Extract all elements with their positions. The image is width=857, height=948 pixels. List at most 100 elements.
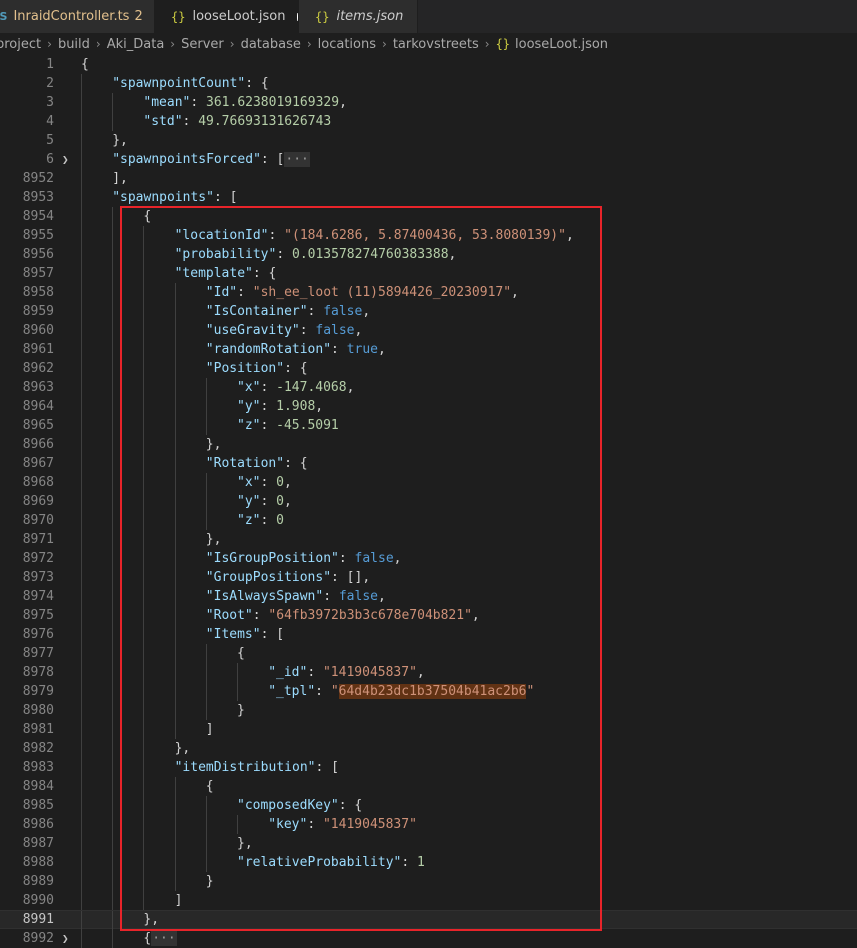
folded-ellipsis[interactable]: ··· <box>284 152 310 167</box>
code-line[interactable]: 8985 "composedKey": { <box>0 796 857 815</box>
code-line[interactable]: 8968 "x": 0, <box>0 473 857 492</box>
indent-guide <box>143 663 145 682</box>
code-editor[interactable]: 1{2 "spawnpointCount": {3 "mean": 361.6238… <box>0 55 857 948</box>
code-line[interactable]: 1{ <box>0 55 857 74</box>
indent-guide <box>237 663 238 682</box>
breadcrumb-item[interactable]: looseLoot.json <box>515 37 608 52</box>
indent-guide <box>112 245 114 264</box>
code-line[interactable]: 8975 "Root": "64fb3972b3b3c678e704b821", <box>0 606 857 625</box>
code-line[interactable]: 8952], <box>0 169 857 188</box>
indent-guide <box>143 226 145 245</box>
code-line[interactable]: 8992 ❯ {··· <box>0 929 857 948</box>
tab-loose-loot[interactable]: {} looseLoot.json <box>155 0 299 33</box>
code-line[interactable]: 8954 { <box>0 207 857 226</box>
code-line[interactable]: 8965 "z": -45.5091 <box>0 416 857 435</box>
code-line[interactable]: 8963 "x": -147.4068, <box>0 378 857 397</box>
tab-label: looseLoot.json <box>192 9 286 24</box>
indent-guide <box>174 511 176 530</box>
code-line[interactable]: 8979 "_tpl": "64d4b23dc1b37504b41ac2b6" <box>0 682 857 701</box>
code-line[interactable]: 8967 "Rotation": { <box>0 454 857 473</box>
indent-guide <box>143 245 145 264</box>
folded-ellipsis[interactable]: ··· <box>151 931 177 946</box>
code-line[interactable]: 8959 "IsContainer": false, <box>0 302 857 321</box>
fold-chevron-icon[interactable]: ❯ <box>62 929 69 948</box>
code-text: }, <box>175 739 191 758</box>
code-line[interactable]: 8964 "y": 1.908, <box>0 397 857 416</box>
code-line[interactable]: 8980} <box>0 701 857 720</box>
code-line[interactable]: 3 "mean": 361.6238019169329, <box>0 93 857 112</box>
breadcrumb-item[interactable]: Aki_Data <box>107 37 165 52</box>
code-line[interactable]: 8984 { <box>0 777 857 796</box>
indent-guide <box>174 796 176 815</box>
code-line[interactable]: 8971}, <box>0 530 857 549</box>
code-line[interactable]: 8981] <box>0 720 857 739</box>
breadcrumb-item[interactable]: database <box>241 37 301 52</box>
code-token: "(184.6286, 5.87400436, 53.8080139)" <box>284 228 566 243</box>
code-token: : <box>252 608 269 623</box>
breadcrumb-item[interactable]: locations <box>318 37 376 52</box>
indent-guide <box>205 644 207 663</box>
code-token: }, <box>143 912 160 927</box>
breadcrumb-item[interactable]: Server <box>181 37 224 52</box>
code-line[interactable]: 8957 "template": { <box>0 264 857 283</box>
code-line[interactable]: 2 "spawnpointCount": { <box>0 74 857 93</box>
code-text: "Position": { <box>206 359 308 378</box>
indent-guide <box>81 416 82 435</box>
code-line[interactable]: 4 "std": 49.76693131626743 <box>0 112 857 131</box>
code-line[interactable]: 8955 "locationId": "(184.6286, 5.87400436… <box>0 226 857 245</box>
code-line[interactable]: 8960 "useGravity": false, <box>0 321 857 340</box>
indent-guide <box>112 207 114 226</box>
indent-guide <box>81 701 82 720</box>
code-line[interactable]: 8961 "randomRotation": true, <box>0 340 857 359</box>
code-line[interactable]: 8956 "probability": 0.013578274760383388, <box>0 245 857 264</box>
code-line[interactable]: 8970 "z": 0 <box>0 511 857 530</box>
code-line[interactable]: 5}, <box>0 131 857 150</box>
indent-guide <box>81 188 82 207</box>
breadcrumb-item[interactable]: project <box>0 37 41 52</box>
breadcrumb-item[interactable]: tarkovstreets <box>393 37 479 52</box>
code-line[interactable]: 8953 "spawnpoints": [ <box>0 188 857 207</box>
code-line[interactable]: 8977 { <box>0 644 857 663</box>
code-text: { <box>81 55 89 74</box>
code-line[interactable]: 8962 "Position": { <box>0 359 857 378</box>
code-token: "std" <box>143 114 183 129</box>
line-number: 8990 <box>22 893 54 908</box>
code-line[interactable]: 8974 "IsAlwaysSpawn": false, <box>0 587 857 606</box>
indent-guide <box>81 340 82 359</box>
code-line[interactable]: 8972 "IsGroupPosition": false, <box>0 549 857 568</box>
breadcrumb-item[interactable]: build <box>58 37 90 52</box>
unsaved-dot-icon[interactable] <box>297 12 298 21</box>
code-line[interactable]: 8966}, <box>0 435 857 454</box>
indent-guide <box>112 872 114 891</box>
code-line[interactable]: 8978 "_id": "1419045837", <box>0 663 857 682</box>
code-line[interactable]: 8976 "Items": [ <box>0 625 857 644</box>
code-line[interactable]: 8988 "relativeProbability": 1 <box>0 853 857 872</box>
code-line[interactable]: 8983 "itemDistribution": [ <box>0 758 857 777</box>
code-token: "y" <box>237 494 261 509</box>
code-line[interactable]: 8990] <box>0 891 857 910</box>
indent-guide <box>205 492 207 511</box>
code-line[interactable]: 8973 "GroupPositions": [], <box>0 568 857 587</box>
code-line[interactable]: 8991}, <box>0 910 857 930</box>
code-line[interactable]: 8987}, <box>0 834 857 853</box>
fold-chevron-icon[interactable]: ❯ <box>62 150 69 169</box>
line-number: 8989 <box>22 874 54 889</box>
line-number: 8980 <box>22 703 54 718</box>
tab-items[interactable]: {} items.json <box>299 0 418 33</box>
indent-guide <box>174 397 176 416</box>
code-line[interactable]: 8958 "Id": "sh_ee_loot (11)5894426_202309… <box>0 283 857 302</box>
code-line[interactable]: 6 ❯ "spawnpointsForced": [··· <box>0 150 857 169</box>
indent-guide <box>174 321 176 340</box>
indent-guide <box>205 834 207 853</box>
indent-guide <box>143 815 145 834</box>
code-line[interactable]: 8986 "key": "1419045837" <box>0 815 857 834</box>
code-text: "std": 49.76693131626743 <box>143 112 331 131</box>
tab-inraid-controller[interactable]: TS InraidController.ts 2 <box>0 0 155 33</box>
code-token: : <box>260 513 277 528</box>
code-line[interactable]: 8982}, <box>0 739 857 758</box>
code-line[interactable]: 8989} <box>0 872 857 891</box>
indent-guide <box>112 891 114 910</box>
indent-guide <box>174 416 176 435</box>
code-line[interactable]: 8969 "y": 0, <box>0 492 857 511</box>
line-number: 8970 <box>22 513 54 528</box>
